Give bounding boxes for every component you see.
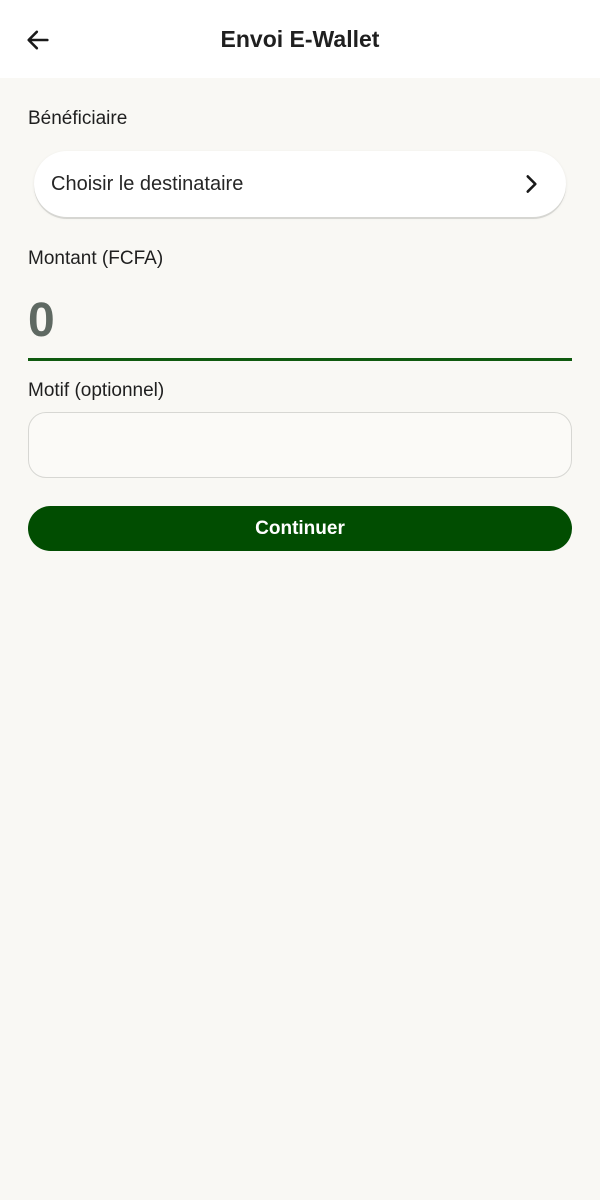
recipient-placeholder: Choisir le destinataire bbox=[51, 173, 244, 195]
recipient-picker[interactable]: Choisir le destinataire bbox=[34, 151, 566, 217]
chevron-right-icon bbox=[526, 175, 537, 193]
page-title: Envoi E-Wallet bbox=[220, 26, 380, 52]
continue-button[interactable]: Continuer bbox=[28, 506, 572, 551]
app-bar: Envoi E-Wallet bbox=[0, 0, 600, 78]
beneficiary-label: Bénéficiaire bbox=[28, 108, 128, 129]
arrow-left-icon bbox=[27, 30, 49, 50]
amount-input[interactable]: 0 bbox=[28, 288, 572, 361]
motif-label: Motif (optionnel) bbox=[28, 380, 165, 401]
motif-input[interactable] bbox=[28, 412, 572, 478]
amount-value: 0 bbox=[28, 294, 55, 347]
back-button[interactable] bbox=[18, 20, 58, 60]
amount-label: Montant (FCFA) bbox=[28, 248, 164, 269]
